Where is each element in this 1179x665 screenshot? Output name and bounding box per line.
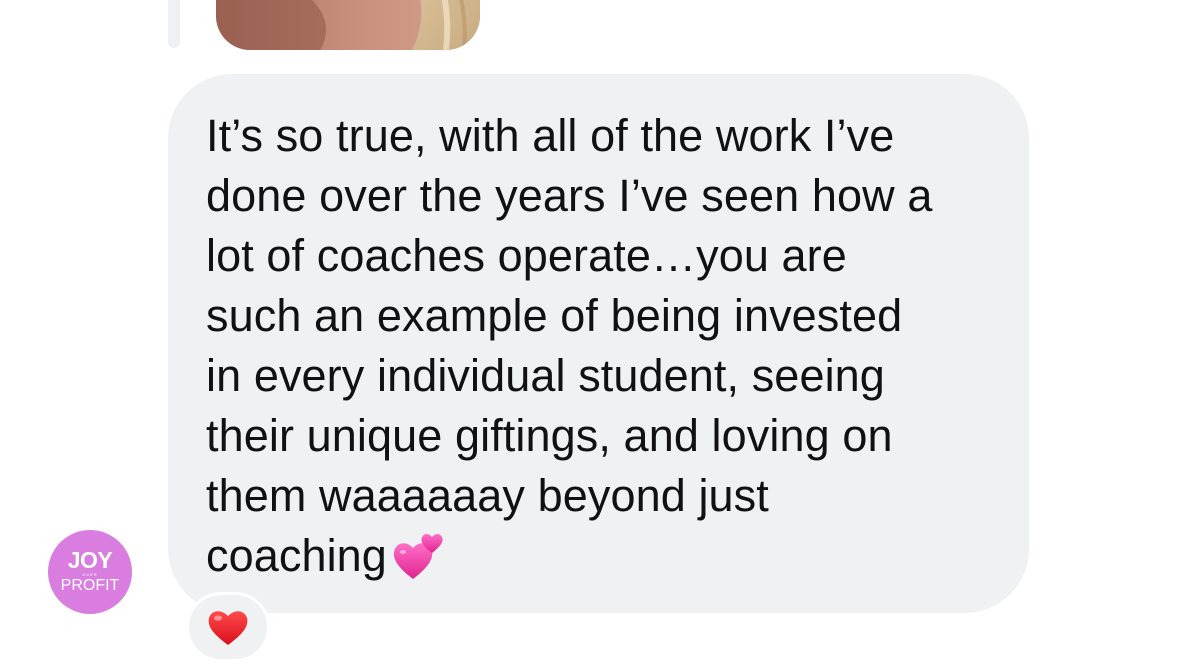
two-hearts-icon (393, 534, 443, 579)
message-bubble[interactable]: It’s so true, with all of the work I’ve … (168, 74, 1029, 613)
photo-thumbnail (216, 0, 480, 50)
message-reaction[interactable] (186, 592, 270, 662)
avatar-logo-profit: PROFIT (60, 577, 120, 594)
message-text: It’s so true, with all of the work I’ve … (206, 106, 989, 586)
reply-thread-line (168, 0, 180, 48)
message-body: It’s so true, with all of the work I’ve … (206, 110, 933, 581)
previous-photo-message[interactable] (216, 0, 480, 50)
red-heart-icon (208, 611, 248, 645)
sender-avatar[interactable]: JOY OVER PROFIT (48, 530, 132, 614)
avatar-logo-joy: JOY (67, 547, 113, 573)
